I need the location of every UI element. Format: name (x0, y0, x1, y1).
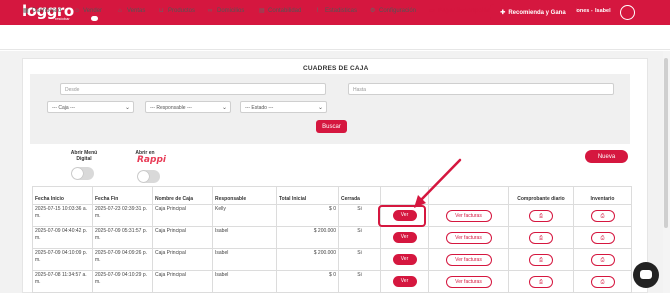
chat-bubble-icon (640, 270, 652, 279)
annotation-arrow-icon (414, 158, 462, 208)
chat-button[interactable] (633, 262, 659, 288)
